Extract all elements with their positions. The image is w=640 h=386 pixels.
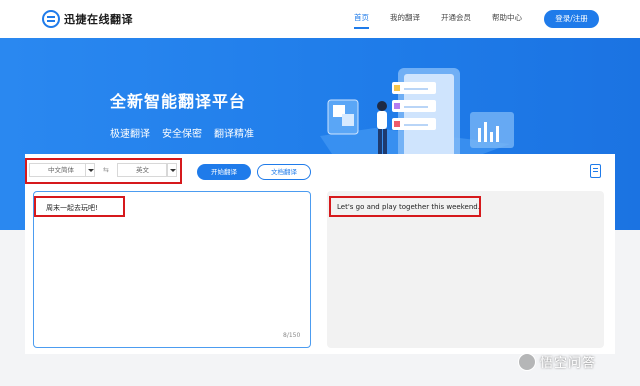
document-translate-button[interactable]: 文档翻译 — [257, 164, 311, 180]
banner-title: 全新智能翻译平台 — [110, 92, 247, 111]
translated-text: Let's go and play together this weekend. — [337, 203, 480, 211]
logo-text: 迅捷在线翻译 — [64, 13, 133, 26]
watermark: 悟空问答 — [518, 352, 596, 371]
nav-help-center[interactable]: 帮助中心 — [492, 12, 522, 23]
document-icon[interactable] — [590, 164, 601, 178]
login-register-button[interactable]: 登录/注册 — [544, 10, 599, 28]
watermark-text: 悟空问答 — [540, 356, 597, 371]
source-language-select[interactable]: 中文简体 — [29, 163, 87, 177]
nav-my-translations[interactable]: 我的翻译 — [390, 12, 420, 23]
source-text: 周末一起去玩吧! — [46, 204, 98, 212]
start-translate-button[interactable]: 开始翻译 — [197, 164, 251, 180]
logo[interactable]: 迅捷在线翻译 — [42, 9, 133, 29]
nav-home[interactable]: 首页 — [354, 12, 369, 29]
top-navigation: 迅捷在线翻译 首页 我的翻译 开通会员 帮助中心 登录/注册 — [0, 0, 640, 38]
chat-bubble-icon — [42, 10, 60, 28]
source-dropdown-icon[interactable] — [85, 163, 95, 177]
swap-language-icon[interactable]: ⇆ — [103, 166, 109, 174]
translation-illustration — [320, 68, 514, 166]
banner-features: 极速翻译 安全保密 翻译精准 — [110, 125, 254, 140]
target-language-select[interactable]: 英文 — [117, 163, 167, 177]
watermark-logo-icon — [518, 352, 536, 371]
feature-accurate: 翻译精准 — [214, 129, 254, 140]
character-counter: 8/150 — [283, 332, 301, 339]
feature-fast: 极速翻译 — [110, 129, 150, 140]
target-dropdown-icon[interactable] — [167, 163, 177, 177]
translator-card: 中文简体 ⇆ 英文 开始翻译 文档翻译 周末一起去玩吧! Let's go an… — [25, 154, 615, 354]
feature-secure: 安全保密 — [162, 129, 202, 140]
nav-membership[interactable]: 开通会员 — [441, 12, 471, 23]
